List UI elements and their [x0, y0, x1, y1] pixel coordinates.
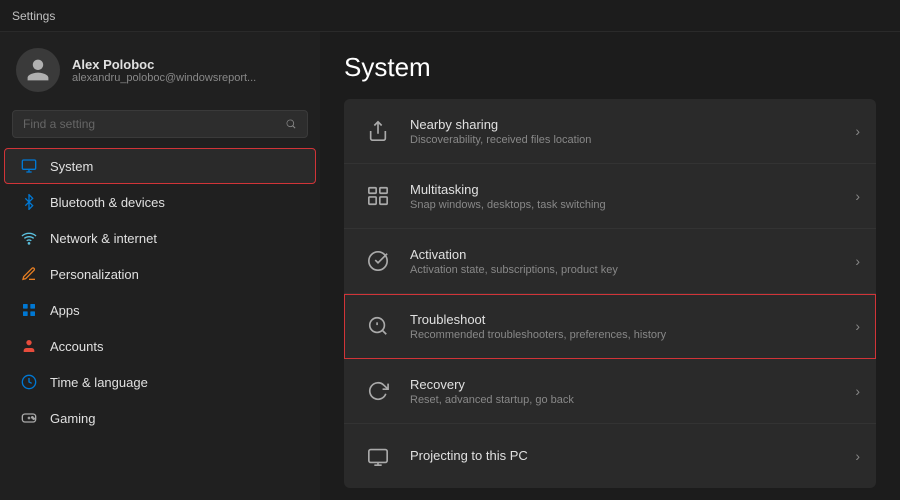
network-icon [20, 229, 38, 247]
setting-item-recovery[interactable]: Recovery Reset, advanced startup, go bac… [344, 359, 876, 424]
setting-desc-activation: Activation state, subscriptions, product… [410, 264, 855, 276]
projecting-icon [360, 438, 396, 474]
sidebar-item-label-personalization: Personalization [50, 267, 139, 282]
sidebar-item-accounts[interactable]: Accounts [4, 328, 316, 364]
sidebar-item-network[interactable]: Network & internet [4, 220, 316, 256]
sidebar-item-personalization[interactable]: Personalization [4, 256, 316, 292]
setting-desc-multitasking: Snap windows, desktops, task switching [410, 199, 855, 211]
sidebar-item-label-apps: Apps [50, 303, 80, 318]
setting-desc-troubleshoot: Recommended troubleshooters, preferences… [410, 329, 855, 341]
sidebar-item-label-accounts: Accounts [50, 339, 103, 354]
setting-text-activation: Activation Activation state, subscriptio… [410, 247, 855, 276]
main-layout: Alex Poloboc alexandru_poloboc@windowsre… [0, 32, 900, 500]
search-icon [285, 118, 297, 130]
user-profile[interactable]: Alex Poloboc alexandru_poloboc@windowsre… [0, 32, 320, 104]
setting-title-nearby-sharing: Nearby sharing [410, 117, 855, 132]
activation-icon [360, 243, 396, 279]
sidebar-item-time[interactable]: Time & language [4, 364, 316, 400]
nearby-sharing-icon [360, 113, 396, 149]
setting-item-activation[interactable]: Activation Activation state, subscriptio… [344, 229, 876, 294]
setting-title-projecting: Projecting to this PC [410, 448, 855, 463]
user-email: alexandru_poloboc@windowsreport... [72, 72, 256, 84]
bluetooth-icon [20, 193, 38, 211]
system-icon [20, 157, 38, 175]
chevron-icon-projecting: › [855, 448, 860, 464]
setting-text-recovery: Recovery Reset, advanced startup, go bac… [410, 377, 855, 406]
search-container [0, 104, 320, 148]
sidebar-item-bluetooth[interactable]: Bluetooth & devices [4, 184, 316, 220]
setting-text-troubleshoot: Troubleshoot Recommended troubleshooters… [410, 312, 855, 341]
title-bar: Settings [0, 0, 900, 32]
multitasking-icon [360, 178, 396, 214]
gaming-icon [20, 409, 38, 427]
chevron-icon-nearby-sharing: › [855, 123, 860, 139]
sidebar-item-system[interactable]: System [4, 148, 316, 184]
chevron-icon-multitasking: › [855, 188, 860, 204]
setting-text-nearby-sharing: Nearby sharing Discoverability, received… [410, 117, 855, 146]
setting-item-nearby-sharing[interactable]: Nearby sharing Discoverability, received… [344, 99, 876, 164]
recovery-icon [360, 373, 396, 409]
setting-title-multitasking: Multitasking [410, 182, 855, 197]
search-input[interactable] [23, 117, 279, 131]
apps-icon [20, 301, 38, 319]
page-title: System [344, 52, 876, 83]
chevron-icon-activation: › [855, 253, 860, 269]
personalization-icon [20, 265, 38, 283]
setting-item-projecting[interactable]: Projecting to this PC › [344, 424, 876, 488]
avatar [16, 48, 60, 92]
person-icon [25, 57, 51, 83]
content-area: 1 2 System Nearby sharing Discoverabilit… [320, 32, 900, 500]
time-icon [20, 373, 38, 391]
user-name: Alex Poloboc [72, 57, 256, 72]
setting-text-projecting: Projecting to this PC [410, 448, 855, 465]
setting-title-troubleshoot: Troubleshoot [410, 312, 855, 327]
troubleshoot-icon [360, 308, 396, 344]
sidebar-item-apps[interactable]: Apps [4, 292, 316, 328]
sidebar-item-label-time: Time & language [50, 375, 148, 390]
accounts-icon [20, 337, 38, 355]
setting-item-multitasking[interactable]: Multitasking Snap windows, desktops, tas… [344, 164, 876, 229]
chevron-icon-recovery: › [855, 383, 860, 399]
sidebar-item-gaming[interactable]: Gaming [4, 400, 316, 436]
setting-item-troubleshoot[interactable]: Troubleshoot Recommended troubleshooters… [344, 294, 876, 359]
nav-list: System Bluetooth & devices Network & int… [0, 148, 320, 436]
sidebar-item-label-bluetooth: Bluetooth & devices [50, 195, 165, 210]
sidebar-item-label-gaming: Gaming [50, 411, 96, 426]
user-info: Alex Poloboc alexandru_poloboc@windowsre… [72, 57, 256, 84]
setting-text-multitasking: Multitasking Snap windows, desktops, tas… [410, 182, 855, 211]
sidebar-item-label-network: Network & internet [50, 231, 157, 246]
search-box[interactable] [12, 110, 308, 138]
setting-desc-nearby-sharing: Discoverability, received files location [410, 134, 855, 146]
sidebar: Alex Poloboc alexandru_poloboc@windowsre… [0, 32, 320, 500]
settings-list: Nearby sharing Discoverability, received… [344, 99, 876, 488]
chevron-icon-troubleshoot: › [855, 318, 860, 334]
sidebar-item-label-system: System [50, 159, 93, 174]
setting-title-activation: Activation [410, 247, 855, 262]
setting-title-recovery: Recovery [410, 377, 855, 392]
setting-desc-recovery: Reset, advanced startup, go back [410, 394, 855, 406]
title-bar-text: Settings [12, 9, 55, 23]
